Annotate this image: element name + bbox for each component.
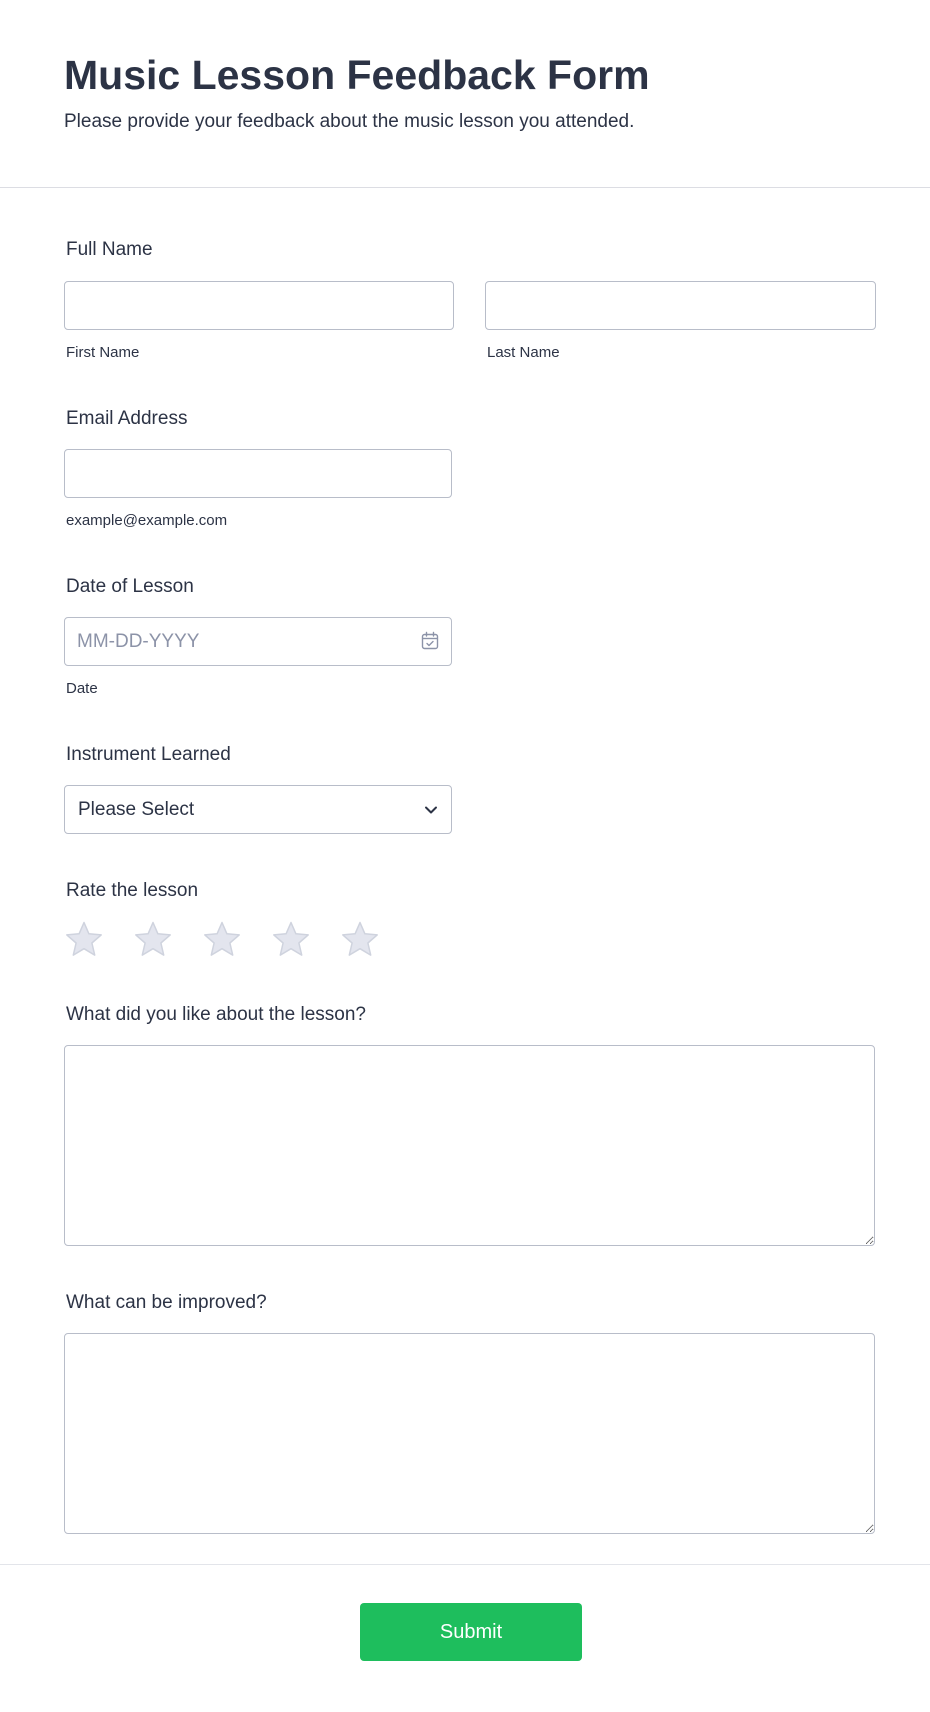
form-subtitle: Please provide your feedback about the m… bbox=[64, 111, 635, 132]
star-rating bbox=[64, 920, 424, 960]
star-icon[interactable] bbox=[340, 920, 380, 960]
footer-divider bbox=[0, 1564, 930, 1565]
star-icon[interactable] bbox=[64, 920, 104, 960]
lesson-date-input[interactable] bbox=[64, 617, 452, 666]
instrument-select[interactable]: Please Select bbox=[64, 785, 452, 834]
submit-button[interactable]: Submit bbox=[360, 1603, 582, 1661]
last-name-sublabel: Last Name bbox=[487, 344, 560, 361]
lesson-date-sublabel: Date bbox=[66, 680, 98, 697]
rating-label: Rate the lesson bbox=[66, 880, 199, 901]
star-icon[interactable] bbox=[133, 920, 173, 960]
first-name-sublabel: First Name bbox=[66, 344, 140, 361]
email-label: Email Address bbox=[66, 408, 188, 429]
full-name-label: Full Name bbox=[66, 239, 153, 260]
improved-label: What can be improved? bbox=[66, 1292, 267, 1313]
lesson-date-field bbox=[64, 617, 452, 666]
first-name-input[interactable] bbox=[64, 281, 454, 330]
lesson-date-label: Date of Lesson bbox=[66, 576, 194, 597]
liked-label: What did you like about the lesson? bbox=[66, 1004, 366, 1025]
improved-textarea[interactable] bbox=[64, 1333, 875, 1534]
liked-textarea[interactable] bbox=[64, 1045, 875, 1246]
chevron-down-icon bbox=[425, 806, 437, 814]
instrument-selected-value: Please Select bbox=[78, 799, 195, 820]
instrument-label: Instrument Learned bbox=[66, 744, 231, 765]
email-sublabel: example@example.com bbox=[66, 512, 228, 529]
last-name-input[interactable] bbox=[485, 281, 876, 330]
email-input[interactable] bbox=[64, 449, 452, 498]
form-header: Music Lesson Feedback Form Please provid… bbox=[0, 0, 930, 188]
star-icon[interactable] bbox=[271, 920, 311, 960]
form-title: Music Lesson Feedback Form bbox=[64, 52, 650, 98]
calendar-icon[interactable] bbox=[420, 631, 440, 651]
star-icon[interactable] bbox=[202, 920, 242, 960]
